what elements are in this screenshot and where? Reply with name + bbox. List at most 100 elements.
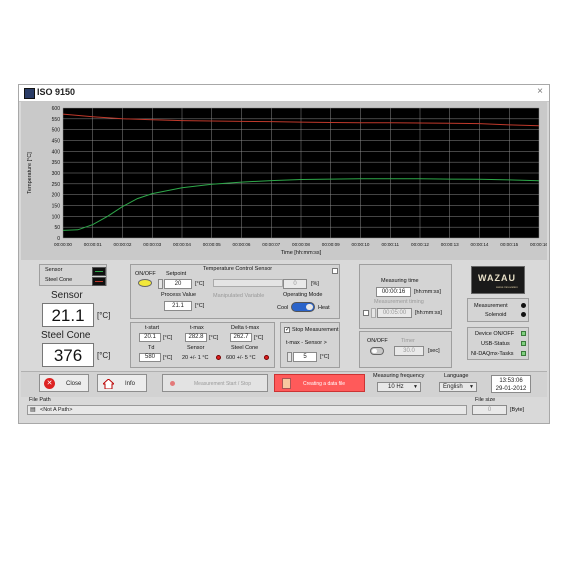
manipulated-variable-value: 0: [283, 279, 307, 289]
td-unit: [°C]: [163, 355, 173, 361]
setpoint-label: Setpoint: [166, 271, 187, 277]
measurement-timing-input[interactable]: 00:05:00: [377, 308, 412, 318]
measuring-frequency-label: Measuring frequency: [373, 373, 425, 379]
file-size-label: File size: [475, 397, 496, 403]
folder-icon: [282, 378, 291, 389]
chevron-down-icon: ▼: [469, 384, 474, 390]
x-tick-label: 00:00:04: [173, 242, 191, 247]
y-tick-label: 600: [52, 106, 61, 112]
measurement-timing-stepper[interactable]: [371, 308, 376, 318]
td-value: 580: [139, 353, 161, 362]
wazau-logo: WAZAU swiss innovation: [471, 266, 525, 294]
close-icon: ✕: [44, 378, 55, 389]
operating-mode-label: Operating Mode: [283, 292, 323, 298]
language-select[interactable]: English ▼: [439, 382, 477, 392]
measurement-led-icon: [170, 381, 175, 386]
measuring-time-unit: [hh:mm:ss]: [414, 289, 441, 295]
manipulated-variable-slider[interactable]: [213, 279, 283, 287]
x-tick-label: 00:00:08: [292, 242, 310, 247]
x-tick-label: 00:00:03: [143, 242, 161, 247]
control-checkbox[interactable]: [332, 268, 338, 274]
stop-tmax-stepper[interactable]: [287, 352, 292, 362]
legend-cone-label: Steel Cone: [45, 277, 73, 283]
cone-spec-led: [264, 355, 269, 360]
language-value: English: [443, 384, 463, 390]
sensor-readout-label: Sensor: [51, 290, 83, 301]
stop-measurement-checkbox[interactable]: ✓: [284, 327, 290, 333]
file-path-field[interactable]: ▤ <Not A Path>: [27, 405, 467, 415]
x-tick-label: 00:00:02: [114, 242, 132, 247]
info-button-label: Info: [125, 381, 136, 387]
manipulated-variable-label: Manipulated Variable: [213, 293, 265, 299]
temperature-control-panel: Temperature Control Sensor ON/OFF Setpoi…: [130, 264, 340, 319]
y-tick-label: 550: [52, 117, 61, 123]
x-tick-label: 00:00:01: [84, 242, 102, 247]
legend-panel: Sensor Steel Cone: [39, 264, 107, 286]
cone-spec-value: 600 +/- 5 °C: [226, 355, 256, 361]
timer-value[interactable]: 30.0: [394, 346, 424, 356]
file-size-value: 0: [472, 405, 507, 415]
measuring-time-panel: Measuring time 00:00:16 [hh:mm:ss] Measu…: [359, 264, 452, 329]
stop-measurement-label: Stop Measurement: [292, 327, 339, 333]
setpoint-stepper[interactable]: [158, 279, 163, 289]
timer-panel: ON/OFF Timer 30.0 [sec]: [359, 331, 452, 368]
home-icon: [101, 378, 116, 390]
y-tick-label: 50: [54, 225, 60, 231]
measurement-timing-checkbox[interactable]: [363, 310, 369, 316]
create-data-file-label: Creating a data file: [303, 381, 345, 387]
setpoint-input[interactable]: 20: [164, 279, 192, 289]
x-tick-label: 00:00:07: [262, 242, 280, 247]
operating-mode-switch[interactable]: [291, 302, 315, 312]
stop-tmax-input[interactable]: 5: [293, 352, 317, 362]
clock-date: 29-01-2012: [495, 386, 527, 392]
x-tick-label: 00:00:09: [322, 242, 340, 247]
solenoid-status-label: Solenoid: [485, 312, 507, 318]
manipulated-variable-unit: [%]: [311, 281, 319, 287]
legend-cone-swatch: [92, 277, 106, 286]
temperature-chart: 05010015020025030035040045050055060000:0…: [27, 106, 547, 256]
measurement-timing-unit: [hh:mm:ss]: [415, 310, 442, 316]
info-button[interactable]: Info: [97, 374, 147, 392]
y-axis-label: Temperature [°C]: [27, 152, 33, 194]
y-tick-label: 250: [52, 182, 61, 188]
window-title: ISO 9150: [37, 87, 76, 97]
x-tick-label: 00:00:10: [352, 242, 370, 247]
create-data-file-button[interactable]: Creating a data file: [274, 374, 365, 392]
measuring-frequency-select[interactable]: 10 Hz ▼: [377, 382, 421, 392]
x-tick-label: 00:00:16: [530, 242, 547, 247]
chevron-down-icon: ▼: [413, 384, 418, 390]
logo-text: WAZAU: [478, 273, 516, 283]
x-tick-label: 00:00:15: [500, 242, 518, 247]
tstart-label: t-start: [145, 325, 160, 331]
operating-mode-heat: Heat: [318, 305, 330, 311]
timer-onoff-toggle[interactable]: [370, 347, 384, 355]
close-window-icon[interactable]: ×: [537, 86, 543, 97]
device-onoff-label: Device ON/OFF: [475, 331, 515, 337]
sensor-spec-label: Sensor: [187, 345, 205, 351]
measuring-time-label: Measuring time: [381, 278, 419, 284]
stop-tmax-unit: [°C]: [320, 354, 330, 360]
close-button[interactable]: ✕ Close: [39, 374, 89, 392]
sensor-readout-unit: [°C]: [97, 311, 111, 320]
td-label: Td: [148, 345, 155, 351]
title-bar: ISO 9150 ×: [19, 85, 549, 102]
operating-mode-cool: Cool: [277, 305, 289, 311]
y-tick-label: 500: [52, 128, 61, 134]
timer-label: Timer: [401, 338, 415, 344]
measurement-status-led: [521, 303, 526, 308]
timer-unit: [sec]: [428, 348, 440, 354]
x-tick-label: 00:00:05: [203, 242, 221, 247]
y-tick-label: 450: [52, 139, 61, 145]
stop-tmax-label: t-max - Sensor >: [286, 340, 327, 346]
tstart-value: 20.1: [139, 333, 161, 342]
measurement-status-panel: Measurement Solenoid: [467, 298, 529, 322]
tstart-unit: [°C]: [163, 335, 173, 341]
control-onoff-toggle[interactable]: [138, 279, 152, 287]
delta-tmax-unit: [°C]: [254, 335, 264, 341]
cone-spec-label: Steel Cone: [231, 345, 259, 351]
clock-time: 13:53:06: [499, 378, 523, 384]
tmax-label: t-max: [190, 325, 204, 331]
measurement-start-stop-label: Measurement Start / Stop: [194, 381, 251, 387]
file-path-value: <Not A Path>: [40, 407, 73, 413]
measurement-start-stop-button[interactable]: Measurement Start / Stop: [162, 374, 268, 392]
